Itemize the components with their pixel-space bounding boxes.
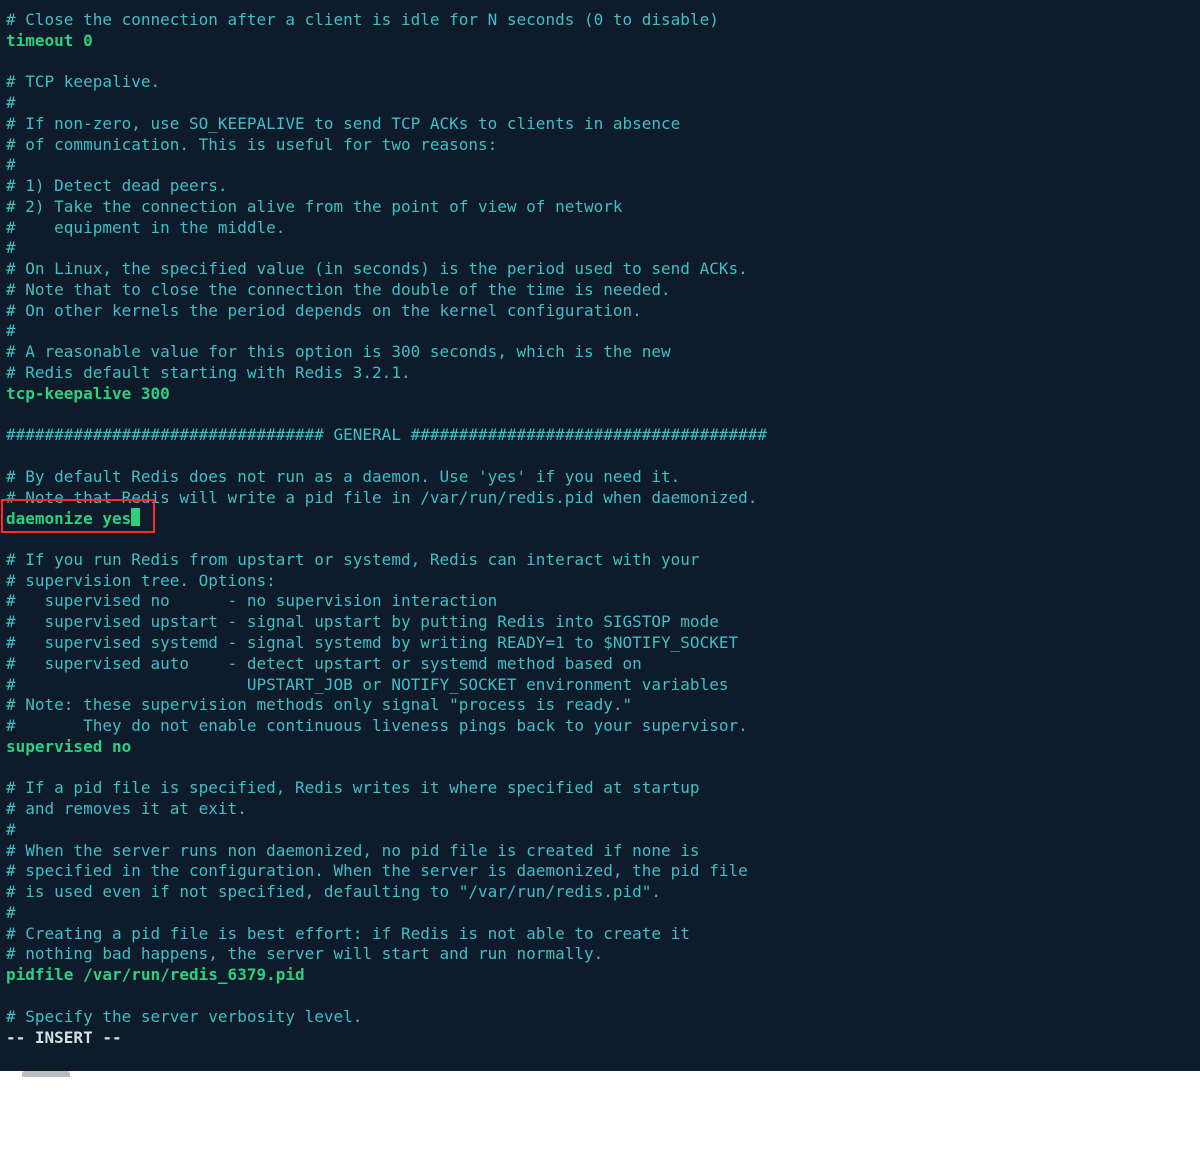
code-line: # [6,93,1194,114]
code-line: # Note: these supervision methods only s… [6,695,1194,716]
code-line: supervised no [6,737,1194,758]
code-line: timeout 0 [6,31,1194,52]
code-line: # On other kernels the period depends on… [6,301,1194,322]
code-line: ################################# GENERA… [6,425,1194,446]
code-line: # [6,903,1194,924]
code-line: # UPSTART_JOB or NOTIFY_SOCKET environme… [6,675,1194,696]
code-line: # supervised upstart - signal upstart by… [6,612,1194,633]
code-line [6,446,1194,467]
code-line: # Specify the server verbosity level. [6,1007,1194,1028]
cursor-icon [131,508,140,526]
terminal-editor[interactable]: # Close the connection after a client is… [0,0,1200,1048]
code-line [6,986,1194,1007]
code-line: # specified in the configuration. When t… [6,861,1194,882]
code-line: # Close the connection after a client is… [6,10,1194,31]
code-line [6,758,1194,779]
code-line: # [6,238,1194,259]
code-line: # Creating a pid file is best effort: if… [6,924,1194,945]
code-line: # 2) Take the connection alive from the … [6,197,1194,218]
code-line: # nothing bad happens, the server will s… [6,944,1194,965]
code-line: # [6,321,1194,342]
code-line: # supervised no - no supervision interac… [6,591,1194,612]
code-line [6,529,1194,550]
code-line [6,405,1194,426]
code-line: # By default Redis does not run as a dae… [6,467,1194,488]
code-line: -- INSERT -- [6,1028,1194,1049]
page-footer-whitespace [0,1071,1200,1151]
code-line: # supervised auto - detect upstart or sy… [6,654,1194,675]
code-line: # equipment in the middle. [6,218,1194,239]
code-line: # When the server runs non daemonized, n… [6,841,1194,862]
code-line: # supervision tree. Options: [6,571,1194,592]
code-line: # [6,155,1194,176]
code-line: # A reasonable value for this option is … [6,342,1194,363]
code-line: # They do not enable continuous liveness… [6,716,1194,737]
code-line: # On Linux, the specified value (in seco… [6,259,1194,280]
code-line: # and removes it at exit. [6,799,1194,820]
code-line: # If you run Redis from upstart or syste… [6,550,1194,571]
code-line: tcp-keepalive 300 [6,384,1194,405]
code-line: # 1) Detect dead peers. [6,176,1194,197]
code-line [6,52,1194,73]
code-line: # TCP keepalive. [6,72,1194,93]
code-line: # Note that to close the connection the … [6,280,1194,301]
code-line: # If non-zero, use SO_KEEPALIVE to send … [6,114,1194,135]
code-line: # If a pid file is specified, Redis writ… [6,778,1194,799]
footer-tab-stub [22,1071,70,1077]
code-line: pidfile /var/run/redis_6379.pid [6,965,1194,986]
code-line: daemonize yes [6,508,1194,529]
code-line: # is used even if not specified, default… [6,882,1194,903]
code-line: # supervised systemd - signal systemd by… [6,633,1194,654]
code-line: # Note that Redis will write a pid file … [6,488,1194,509]
code-line: # [6,820,1194,841]
code-line: # Redis default starting with Redis 3.2.… [6,363,1194,384]
code-line: # of communication. This is useful for t… [6,135,1194,156]
